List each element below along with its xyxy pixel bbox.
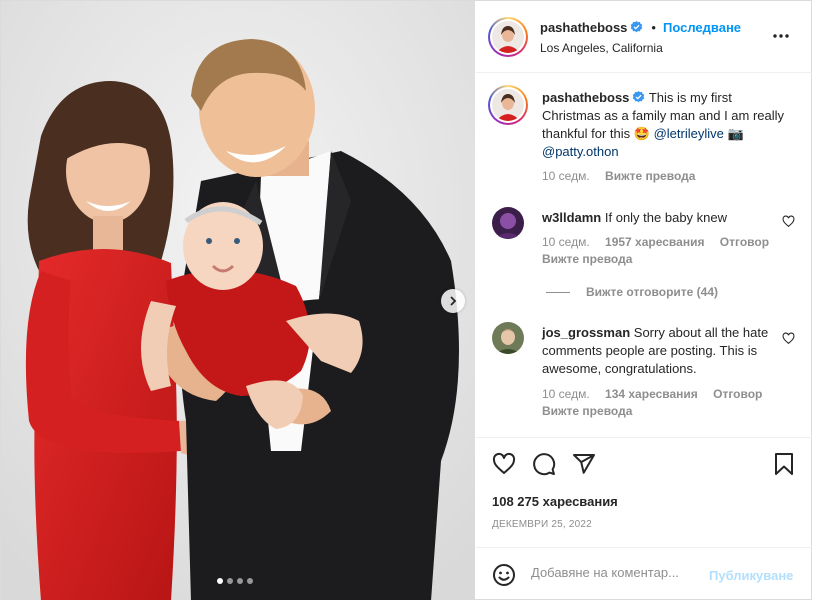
reply-button[interactable]: Отговор bbox=[713, 387, 762, 401]
chevron-right-icon bbox=[450, 296, 457, 306]
like-heart-icon[interactable] bbox=[492, 452, 516, 476]
view-replies-button[interactable]: Вижте отговорите (44) bbox=[546, 285, 718, 299]
carousel-dot bbox=[237, 578, 243, 584]
caption-meta: 10 седм. Вижте превода bbox=[542, 169, 707, 183]
comment-body: If only the baby knew bbox=[604, 210, 728, 225]
caption-avatar[interactable] bbox=[488, 85, 528, 125]
carousel-dots bbox=[217, 578, 253, 584]
save-bookmark-icon[interactable] bbox=[772, 452, 796, 476]
post-comment-button[interactable]: Публикуване bbox=[709, 568, 793, 583]
comment-translate-row: Вижте превода bbox=[542, 404, 644, 418]
comment-meta: 10 седм. 1957 харесвания Отговор bbox=[542, 235, 781, 249]
separator-dot: • bbox=[651, 20, 656, 35]
caption-username[interactable]: pashatheboss bbox=[542, 90, 629, 105]
star-struck-emoji: 🤩 bbox=[633, 126, 650, 141]
camera-emoji: 📷 bbox=[727, 126, 744, 141]
commenter-avatar[interactable] bbox=[492, 207, 524, 239]
comment-likes[interactable]: 134 харесвания bbox=[605, 387, 698, 401]
comment-time[interactable]: 10 седм. bbox=[542, 387, 590, 401]
next-slide-button[interactable] bbox=[441, 289, 465, 313]
comment-input[interactable] bbox=[531, 565, 701, 580]
comment-username[interactable]: jos_grossman bbox=[542, 325, 630, 340]
comment-translate-row: Вижте превода bbox=[542, 252, 644, 266]
comment-bubble-icon[interactable] bbox=[532, 452, 556, 476]
comment-likes[interactable]: 1957 харесвания bbox=[605, 235, 704, 249]
carousel-dot bbox=[217, 578, 223, 584]
post-side-panel: pashatheboss • Последване Los Angeles, C… bbox=[476, 1, 812, 600]
post-dialog: pashatheboss • Последване Los Angeles, C… bbox=[0, 0, 812, 600]
like-comment-heart-icon[interactable] bbox=[782, 332, 795, 345]
verified-badge-icon bbox=[631, 21, 643, 33]
view-replies-label: Вижте отговорите (44) bbox=[586, 285, 718, 299]
family-photo bbox=[1, 1, 475, 600]
carousel-dot bbox=[227, 578, 233, 584]
comment: w3lldamn If only the baby knew 10 седм. … bbox=[476, 201, 812, 281]
likes-count[interactable]: 108 275 харесвания bbox=[492, 494, 618, 509]
like-comment-heart-icon[interactable] bbox=[782, 215, 795, 228]
see-translation-link[interactable]: Вижте превода bbox=[542, 404, 632, 418]
reply-button[interactable]: Отговор bbox=[720, 235, 769, 249]
mention-link[interactable]: @letrileylive bbox=[654, 126, 724, 141]
see-translation-link[interactable]: Вижте превода bbox=[605, 169, 695, 183]
commenter-avatar[interactable] bbox=[492, 322, 524, 354]
post-actions: 108 275 харесвания ДЕКЕМВРИ 25, 2022 bbox=[476, 437, 812, 547]
comment-meta: 10 седм. 134 харесвания Отговор bbox=[542, 387, 774, 401]
carousel-dot bbox=[247, 578, 253, 584]
follow-button[interactable]: Последване bbox=[663, 20, 741, 35]
caption-time[interactable]: 10 седм. bbox=[542, 169, 590, 183]
share-paper-plane-icon[interactable] bbox=[572, 452, 596, 476]
comment-text: jos_grossman Sorry about all the hate co… bbox=[542, 324, 778, 378]
emoji-picker-icon[interactable] bbox=[492, 563, 516, 587]
verified-badge-icon bbox=[633, 91, 645, 103]
post-media[interactable] bbox=[1, 1, 475, 600]
replies-divider bbox=[546, 291, 570, 293]
post-header: pashatheboss • Последване Los Angeles, C… bbox=[476, 1, 812, 73]
mention-link[interactable]: @patty.othon bbox=[542, 144, 619, 159]
author-username[interactable]: pashatheboss bbox=[540, 20, 627, 35]
author-avatar-image bbox=[492, 21, 524, 53]
more-options-icon[interactable] bbox=[772, 30, 790, 42]
comment-time[interactable]: 10 седм. bbox=[542, 235, 590, 249]
comment-username[interactable]: w3lldamn bbox=[542, 210, 601, 225]
see-translation-link[interactable]: Вижте превода bbox=[542, 252, 632, 266]
post-date[interactable]: ДЕКЕМВРИ 25, 2022 bbox=[492, 519, 592, 530]
author-avatar[interactable] bbox=[488, 17, 528, 57]
caption: pashatheboss This is my first Christmas … bbox=[476, 73, 812, 188]
comment: jos_grossman Sorry about all the hate co… bbox=[476, 316, 812, 418]
post-location[interactable]: Los Angeles, California bbox=[540, 41, 663, 55]
comment-text: w3lldamn If only the baby knew bbox=[542, 209, 782, 227]
caption-avatar-image bbox=[492, 89, 524, 121]
caption-text: pashatheboss This is my first Christmas … bbox=[542, 89, 792, 161]
add-comment-bar: Публикуване bbox=[476, 547, 812, 600]
